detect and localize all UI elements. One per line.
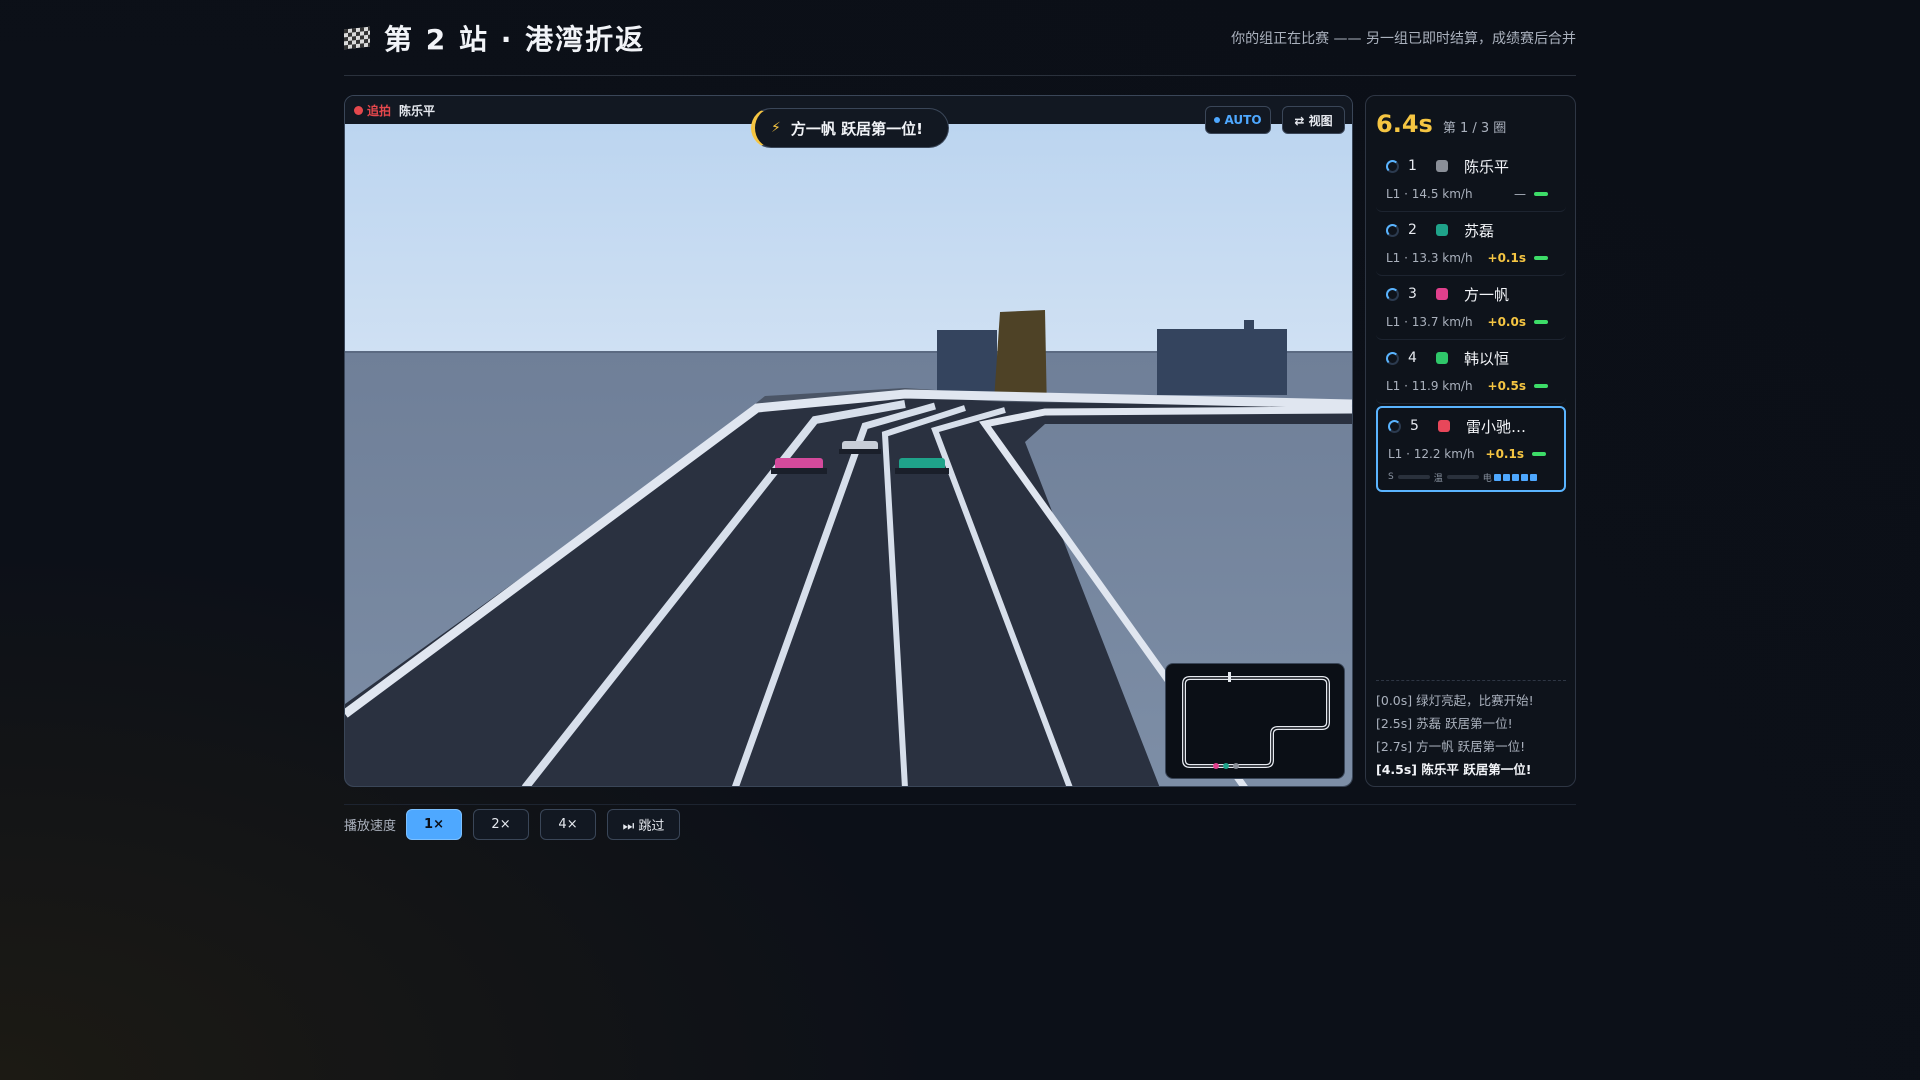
- temp-gauge: [1446, 475, 1479, 479]
- racer-name: 陈乐平: [1464, 157, 1510, 176]
- battery-cell: [1502, 473, 1510, 481]
- racer-color-swatch: [1436, 288, 1448, 300]
- building-chimney: [1244, 320, 1254, 330]
- racer-telemetry: S 温 电: [1388, 470, 1554, 484]
- racer-gap: +0.0s: [1487, 315, 1526, 329]
- standings-row[interactable]: 3 方一帆 L1 · 13.7 km/h +0.0s: [1376, 276, 1566, 340]
- battery-cell: [1520, 473, 1528, 481]
- racer-stats: L1 · 13.7 km/h: [1386, 315, 1473, 329]
- race-main: 追拍 陈乐平 ⚡ 方一帆 跃居第一位! AUTO ⇄ 视图 6.4s 第 1 /…: [344, 95, 1576, 787]
- auto-label: AUTO: [1224, 113, 1262, 127]
- loading-ring-icon: [1386, 287, 1399, 301]
- minimap-track-inner: [1183, 677, 1329, 767]
- racer-position: 2: [1408, 222, 1417, 238]
- speed-2x-button[interactable]: 2×: [473, 809, 530, 840]
- racer-name: 雷小驰…: [1466, 417, 1527, 436]
- racer-stats: L1 · 13.3 km/h: [1386, 251, 1473, 265]
- loading-ring-icon: [1386, 351, 1399, 365]
- car-grey: [839, 441, 881, 454]
- lead-change-toast: ⚡ 方一帆 跃居第一位!: [751, 108, 949, 148]
- temp-gauge-label: 温: [1433, 473, 1443, 484]
- page: 第 2 站 · 港湾折返 你的组正在比赛 —— 另一组已即时结算，成绩赛后合并 …: [344, 0, 1576, 840]
- lap-counter: 第 1 / 3 圈: [1442, 121, 1507, 136]
- race-clock: 6.4s 第 1 / 3 圈: [1376, 110, 1565, 138]
- chase-cam-label: 追拍: [367, 103, 392, 118]
- skip-button[interactable]: ⏭ 跳过: [607, 809, 681, 840]
- bolt-icon: ⚡: [771, 120, 781, 136]
- building-right: [1157, 329, 1287, 395]
- racer-position: 1: [1408, 158, 1417, 174]
- racer-position: 5: [1410, 418, 1419, 434]
- building-left: [937, 330, 997, 398]
- racer-name: 苏磊: [1464, 221, 1495, 240]
- minimap-track-outer: [1182, 676, 1330, 768]
- speed-4x-button[interactable]: 4×: [540, 809, 597, 840]
- race-timer: 6.4s: [1376, 110, 1433, 138]
- speed-gauge: [1397, 475, 1430, 479]
- racer-stats: L1 · 14.5 km/h: [1386, 187, 1473, 201]
- racer-stats: L1 · 11.9 km/h: [1386, 379, 1473, 393]
- race-viewport: 追拍 陈乐平 ⚡ 方一帆 跃居第一位! AUTO ⇄ 视图: [344, 95, 1353, 787]
- battery-cell: [1493, 473, 1501, 481]
- chase-cam-target: 陈乐平: [399, 103, 436, 118]
- standings-row[interactable]: 2 苏磊 L1 · 13.3 km/h +0.1s: [1376, 212, 1566, 276]
- racer-color-swatch: [1436, 352, 1448, 364]
- page-title: 第 2 站 · 港湾折返: [344, 18, 645, 58]
- racer-position: 4: [1408, 350, 1417, 366]
- log-entry: [4.5s] 陈乐平 跃居第一位!: [1376, 762, 1532, 777]
- car-teal: [895, 458, 949, 474]
- stage-title: 第 2 站 · 港湾折返: [384, 22, 646, 56]
- standings-row-selected[interactable]: 5 雷小驰… L1 · 12.2 km/h +0.1s S 温 电: [1376, 406, 1566, 492]
- playback-controls: 播放速度 1× 2× 4× ⏭ 跳过: [344, 804, 1576, 840]
- status-bar: [1534, 320, 1548, 324]
- battery-cell: [1511, 473, 1519, 481]
- racer-gap: —: [1514, 187, 1526, 201]
- status-bar: [1532, 452, 1546, 456]
- auto-dot-icon: [1214, 117, 1221, 123]
- racer-gap: +0.1s: [1487, 251, 1526, 265]
- status-bar: [1534, 256, 1548, 260]
- switch-view-button[interactable]: ⇄ 视图: [1282, 106, 1345, 134]
- status-bar: [1534, 384, 1548, 388]
- car-pink: [771, 458, 827, 474]
- loading-ring-icon: [1386, 223, 1399, 237]
- recording-dot-icon: [354, 105, 363, 115]
- racer-stats: L1 · 12.2 km/h: [1388, 447, 1475, 461]
- racer-color-swatch: [1436, 224, 1448, 236]
- battery-cell: [1529, 473, 1537, 481]
- minimap-car-marker: [1213, 763, 1219, 769]
- checkered-flag-icon: [344, 26, 370, 49]
- racer-color-swatch: [1436, 160, 1448, 172]
- racer-name: 方一帆: [1464, 285, 1510, 304]
- standings-row[interactable]: 4 韩以恒 L1 · 11.9 km/h +0.5s: [1376, 340, 1566, 404]
- event-log: [0.0s] 绿灯亮起，比赛开始! [2.5s] 苏磊 跃居第一位! [2.7s…: [1376, 680, 1566, 781]
- standings-panel: 6.4s 第 1 / 3 圈 1 陈乐平 L1 · 14.5 km/h — 2 …: [1365, 95, 1576, 787]
- sky: [345, 124, 1352, 352]
- toast-text: 方一帆 跃居第一位!: [790, 119, 923, 138]
- header: 第 2 站 · 港湾折返 你的组正在比赛 —— 另一组已即时结算，成绩赛后合并: [344, 0, 1576, 76]
- loading-ring-icon: [1386, 159, 1399, 173]
- auto-camera-button[interactable]: AUTO: [1205, 106, 1271, 134]
- minimap-car-marker: [1223, 763, 1229, 769]
- power-label: 电: [1482, 473, 1492, 484]
- racer-gap: +0.1s: [1485, 447, 1524, 461]
- speed-1x-button[interactable]: 1×: [406, 809, 463, 840]
- racer-color-swatch: [1438, 420, 1450, 432]
- standings-row[interactable]: 1 陈乐平 L1 · 14.5 km/h —: [1376, 148, 1566, 212]
- racer-name: 韩以恒: [1464, 349, 1510, 368]
- speed-gauge-label: S: [1388, 472, 1394, 482]
- minimap-car-marker: [1233, 763, 1239, 769]
- minimap-start-line: [1228, 672, 1231, 682]
- playback-speed-label: 播放速度: [344, 819, 397, 834]
- racer-gap: +0.5s: [1487, 379, 1526, 393]
- loading-ring-icon: [1388, 419, 1401, 433]
- log-entry: [0.0s] 绿灯亮起，比赛开始!: [1376, 693, 1534, 708]
- track-minimap: [1165, 663, 1345, 779]
- log-entry: [2.5s] 苏磊 跃居第一位!: [1376, 716, 1513, 731]
- status-bar: [1534, 192, 1548, 196]
- race-status-note: 你的组正在比赛 —— 另一组已即时结算，成绩赛后合并: [1231, 30, 1576, 47]
- minimap-canvas: [1182, 672, 1330, 769]
- racer-position: 3: [1408, 286, 1417, 302]
- log-entry: [2.7s] 方一帆 跃居第一位!: [1376, 739, 1526, 754]
